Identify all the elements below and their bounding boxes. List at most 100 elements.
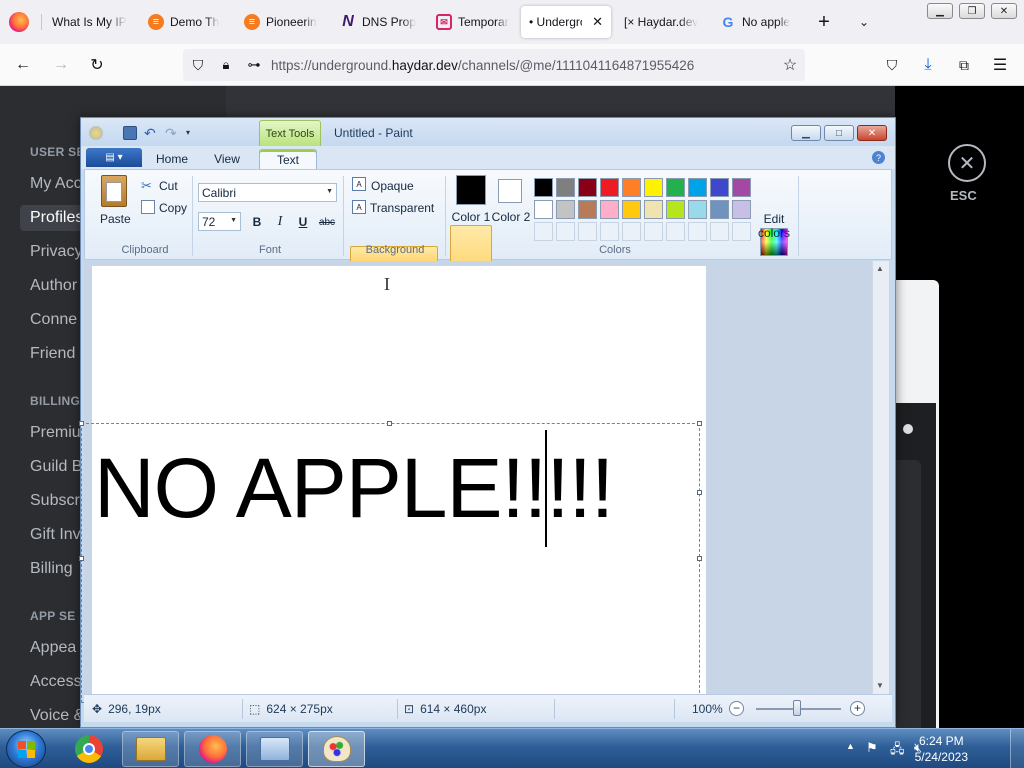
copy-button[interactable]: Copy [159, 201, 187, 215]
zoom-slider-thumb[interactable] [793, 700, 801, 716]
palette-swatch[interactable] [666, 178, 685, 197]
opaque-button[interactable]: Opaque [371, 179, 414, 193]
taskbar-chrome[interactable] [60, 731, 117, 767]
resize-handle[interactable] [697, 421, 702, 426]
palette-swatch[interactable] [688, 200, 707, 219]
tab-demo[interactable]: ≡ Demo Th [140, 6, 232, 38]
resize-handle[interactable] [79, 556, 84, 561]
palette-custom-slot[interactable] [688, 222, 707, 241]
font-size-select[interactable]: 72 ▼ [198, 212, 241, 231]
scissors-icon[interactable]: ✂ [141, 178, 155, 193]
tab-view[interactable]: View [203, 149, 251, 169]
sidebar-item-billing[interactable]: Billing [30, 560, 73, 578]
palette-custom-slot[interactable] [556, 222, 575, 241]
paint-menu-button[interactable]: ▤ ▾ [86, 148, 142, 167]
sidebar-item-premium[interactable]: Premiu [30, 424, 81, 442]
color2-label[interactable]: Color 2 [491, 210, 531, 224]
start-button[interactable] [6, 730, 46, 768]
palette-swatch[interactable] [732, 178, 751, 197]
paste-button[interactable]: Paste [100, 212, 131, 226]
redo-icon[interactable]: ↷ [165, 126, 179, 140]
edit-colors-button[interactable]: Edit colors [751, 212, 797, 240]
sidebar-item-my-account[interactable]: My Acc [30, 175, 82, 193]
copy-icon[interactable] [141, 200, 155, 214]
tab-what-is-my-ip[interactable]: What Is My IP [44, 6, 136, 38]
tab-temporary[interactable]: ✉ Temporar [428, 6, 520, 38]
text-box-selection[interactable] [79, 421, 702, 703]
undo-icon[interactable]: ↶ [144, 126, 158, 140]
sidebar-item-connections[interactable]: Conne [30, 311, 77, 329]
tab-pioneering[interactable]: ≡ Pioneerin [236, 6, 328, 38]
url-bar[interactable]: https://underground. haydar.dev/channels/… [183, 49, 805, 81]
palette-swatch[interactable] [666, 200, 685, 219]
shield-icon[interactable]: ⛉ [188, 54, 208, 76]
scroll-up-icon[interactable]: ▲ [876, 264, 884, 273]
toggle-knob[interactable] [903, 424, 913, 434]
sidebar-item-guild-boost[interactable]: Guild B [30, 458, 82, 476]
taskbar-control-panel[interactable] [246, 731, 303, 767]
paste-icon[interactable] [101, 175, 127, 207]
show-desktop-button[interactable] [1010, 729, 1024, 768]
resize-handle[interactable] [697, 490, 702, 495]
color2-swatch[interactable] [498, 179, 522, 203]
palette-swatch[interactable] [578, 178, 597, 197]
sidebar-item-privacy[interactable]: Privacy [30, 243, 82, 261]
list-tabs-chevron-icon[interactable]: ⌄ [854, 10, 874, 34]
palette-custom-slot[interactable] [710, 222, 729, 241]
palette-swatch[interactable] [600, 200, 619, 219]
palette-swatch[interactable] [622, 178, 641, 197]
sidebar-item-profiles[interactable]: Profiles [20, 205, 83, 231]
paint-app-icon[interactable] [89, 126, 103, 140]
palette-swatch[interactable] [644, 200, 663, 219]
tab-underground[interactable]: • Undergro ✕ [521, 6, 611, 38]
palette-swatch[interactable] [710, 200, 729, 219]
palette-custom-slot[interactable] [578, 222, 597, 241]
palette-swatch[interactable] [600, 178, 619, 197]
sidebar-item-gift-inventory[interactable]: Gift Inv [30, 526, 81, 544]
sidebar-item-friend-requests[interactable]: Friend [30, 345, 75, 363]
cut-button[interactable]: Cut [159, 179, 178, 193]
tab-dns-prop[interactable]: N DNS Prop [332, 6, 424, 38]
paint-close-button[interactable]: ✕ [857, 125, 887, 141]
back-arrow-icon[interactable]: ← [12, 54, 34, 76]
palette-swatch[interactable] [556, 200, 575, 219]
palette-swatch[interactable] [578, 200, 597, 219]
taskbar-clock[interactable]: 6:24 PM 5/24/2023 [915, 733, 968, 765]
sidebar-item-subscriptions[interactable]: Subscr [30, 492, 80, 510]
tab-text[interactable]: Text [259, 149, 317, 169]
zoom-in-button[interactable]: + [850, 701, 865, 716]
bookmark-star-icon[interactable]: ☆ [780, 54, 800, 76]
palette-swatch[interactable] [622, 200, 641, 219]
network-icon[interactable]: 🖧︎ [890, 740, 905, 762]
permissions-key-icon[interactable]: ⊶ [244, 54, 264, 76]
tab-close-icon[interactable]: ✕ [592, 14, 603, 30]
sidebar-item-voice-video[interactable]: Voice & [30, 707, 84, 725]
palette-swatch[interactable] [534, 178, 553, 197]
sidebar-item-authorized-apps[interactable]: Author [30, 277, 77, 295]
palette-swatch[interactable] [688, 178, 707, 197]
zoom-out-button[interactable]: − [729, 701, 744, 716]
palette-swatch[interactable] [534, 200, 553, 219]
tab-haydar-dev[interactable]: [× Haydar.dev [616, 6, 708, 38]
customize-qat-icon[interactable]: ▾ [186, 126, 200, 140]
paint-minimize-button[interactable]: ▁ [791, 125, 821, 141]
forward-arrow-icon[interactable]: → [50, 54, 72, 76]
font-family-select[interactable]: Calibri ▼ [198, 183, 337, 202]
resize-handle[interactable] [79, 421, 84, 426]
page-scrollbar[interactable] [1007, 86, 1024, 728]
paint-maximize-button[interactable]: □ [824, 125, 854, 141]
scroll-down-icon[interactable]: ▼ [876, 681, 884, 690]
palette-custom-slot[interactable] [666, 222, 685, 241]
palette-custom-slot[interactable] [732, 222, 751, 241]
bold-button[interactable]: B [247, 212, 267, 232]
tab-no-apple[interactable]: G No apple [712, 6, 804, 38]
window-restore-button[interactable]: ❐ [959, 3, 985, 19]
window-close-button[interactable]: ✕ [991, 3, 1017, 19]
esc-close-icon[interactable]: ✕ [948, 144, 986, 182]
sidebar-item-appearance[interactable]: Appea [30, 639, 76, 657]
window-minimize-button[interactable]: ▁ [927, 3, 953, 19]
canvas-vertical-scrollbar[interactable]: ▲ ▼ [872, 261, 889, 694]
palette-custom-slot[interactable] [644, 222, 663, 241]
menu-hamburger-icon[interactable]: ☰ [990, 54, 1010, 76]
palette-custom-slot[interactable] [600, 222, 619, 241]
